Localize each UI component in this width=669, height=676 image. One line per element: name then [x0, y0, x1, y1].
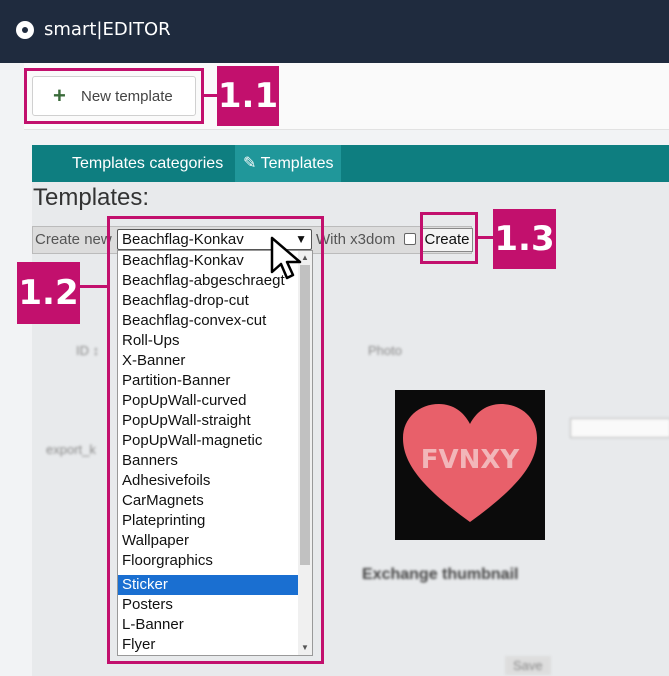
logo-icon — [16, 21, 34, 39]
callout-1-1: 1.1 — [217, 66, 279, 126]
edit-icon: ✎ — [243, 155, 257, 172]
callout-1-3: 1.3 — [493, 209, 556, 269]
bg-row-id: export_k — [46, 442, 96, 457]
bg-col-id: ID ↕ — [76, 343, 100, 358]
create-new-label: Create new — [35, 231, 112, 248]
new-template-button[interactable]: + New template — [32, 76, 196, 116]
callout-frame-1-2 — [107, 216, 324, 664]
tab-bar: Templates categories ✎ Templates — [32, 145, 669, 182]
page-title: Templates: — [33, 184, 150, 211]
top-bar: smart|EDITOR — [0, 0, 669, 63]
callout-frame-1-3 — [420, 212, 478, 264]
bg-save: Save — [505, 656, 551, 675]
x3dom-checkbox[interactable] — [404, 233, 416, 245]
callout-line-1-1 — [204, 94, 218, 97]
app-title: smart|EDITOR — [44, 19, 171, 40]
with-x3dom-label: With x3dom — [316, 231, 396, 248]
plus-icon: + — [53, 83, 66, 108]
mouse-cursor-icon — [270, 236, 302, 280]
bg-dropdown-right — [570, 418, 669, 438]
thumbnail-text: FVNXY — [421, 445, 521, 475]
callout-1-2: 1.2 — [17, 262, 80, 324]
exchange-thumbnail-label: Exchange thumbnail — [362, 566, 519, 583]
callout-line-1-3 — [478, 236, 494, 239]
tab-templates-label: Templates — [260, 155, 334, 172]
callout-line-1-2 — [80, 285, 108, 288]
bg-col-photo: Photo — [368, 343, 402, 358]
new-template-label: New template — [81, 88, 173, 105]
template-thumbnail: FVNXY — [395, 390, 545, 540]
tab-templates[interactable]: ✎ Templates — [235, 145, 342, 182]
tab-templates-categories[interactable]: Templates categories — [64, 145, 231, 182]
